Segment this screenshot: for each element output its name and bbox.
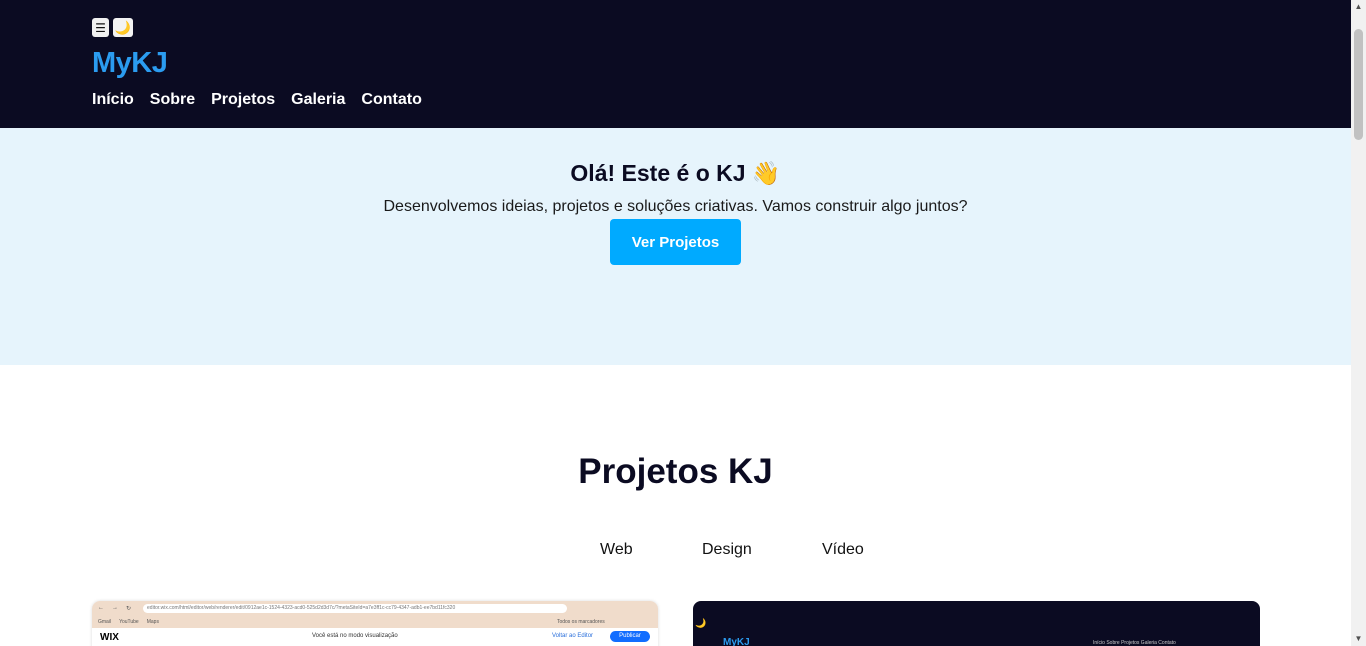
back-arrow-icon: ← — [98, 605, 104, 611]
card-thumbnail-editor-bar: WIX Você está no modo visualização Volta… — [92, 628, 658, 646]
hero-section: Olá! Este é o KJ 👋 Desenvolvemos ideias,… — [0, 128, 1351, 365]
nav-link-sobre[interactable]: Sobre — [150, 91, 195, 109]
project-card-mykj[interactable]: 🌙 MyKJ Início Sobre Projetos Galeria Con… — [693, 601, 1260, 646]
bookmark-all: Todos os marcadores — [556, 618, 605, 625]
header-icons: ☰ 🌙 — [92, 18, 133, 37]
filter-video-button[interactable]: Vídeo — [822, 541, 864, 559]
page: ☰ 🌙 MyKJ Início Sobre Projetos Galeria C… — [0, 0, 1351, 646]
nav-link-projetos[interactable]: Projetos — [211, 91, 275, 109]
forward-arrow-icon: → — [112, 605, 118, 611]
projects-title: Projetos KJ — [578, 452, 773, 491]
card-thumbnail-url: editor.wix.com/html/editor/web/renderer/… — [143, 603, 568, 613]
ver-projetos-button[interactable]: Ver Projetos — [610, 219, 741, 265]
bookmark-gmail: Gmail — [98, 618, 112, 625]
card-logo: MyKJ — [723, 637, 750, 646]
wix-logo: WIX — [100, 631, 119, 643]
publish-button: Publicar — [610, 631, 650, 642]
project-filters: Web Design Vídeo — [0, 541, 1351, 565]
nav-link-contato[interactable]: Contato — [361, 91, 421, 109]
card-thumbnail-browser-bar: ← → ↻ editor.wix.com/html/editor/web/ren… — [92, 601, 658, 615]
moon-icon[interactable]: 🌙 — [113, 18, 133, 37]
main-nav: Início Sobre Projetos Galeria Contato — [92, 91, 422, 109]
scroll-down-icon[interactable]: ▼ — [1351, 632, 1366, 646]
reload-icon: ↻ — [126, 605, 132, 612]
vertical-scrollbar[interactable]: ▲ ▼ — [1351, 0, 1366, 646]
card-nav: Início Sobre Projetos Galeria Contato — [1093, 640, 1176, 646]
bookmark-maps: Maps — [146, 618, 159, 625]
menu-icon[interactable]: ☰ — [92, 18, 109, 37]
bookmark-youtube: YouTube — [119, 618, 139, 625]
project-card-wix[interactable]: ← → ↻ editor.wix.com/html/editor/web/ren… — [92, 601, 658, 646]
site-header: ☰ 🌙 MyKJ Início Sobre Projetos Galeria C… — [0, 0, 1351, 128]
nav-link-inicio[interactable]: Início — [92, 91, 134, 109]
nav-link-galeria[interactable]: Galeria — [291, 91, 345, 109]
filter-design-button[interactable]: Design — [702, 541, 752, 559]
card-thumbnail-bookmarks: Gmail YouTube Maps Todos os marcadores — [92, 615, 658, 628]
scroll-thumb[interactable] — [1354, 29, 1363, 140]
card-moon-icon: 🌙 — [695, 618, 707, 628]
scroll-up-icon[interactable]: ▲ — [1351, 0, 1366, 14]
logo[interactable]: MyKJ — [92, 47, 168, 80]
hero-subtitle: Desenvolvemos ideias, projetos e soluçõe… — [383, 198, 968, 215]
preview-notice: Você está no modo visualização — [312, 633, 398, 639]
back-to-editor-link: Voltar ao Editor — [552, 633, 594, 639]
hero-title: Olá! Este é o KJ 👋 — [570, 160, 781, 186]
filter-web-button[interactable]: Web — [600, 541, 633, 559]
